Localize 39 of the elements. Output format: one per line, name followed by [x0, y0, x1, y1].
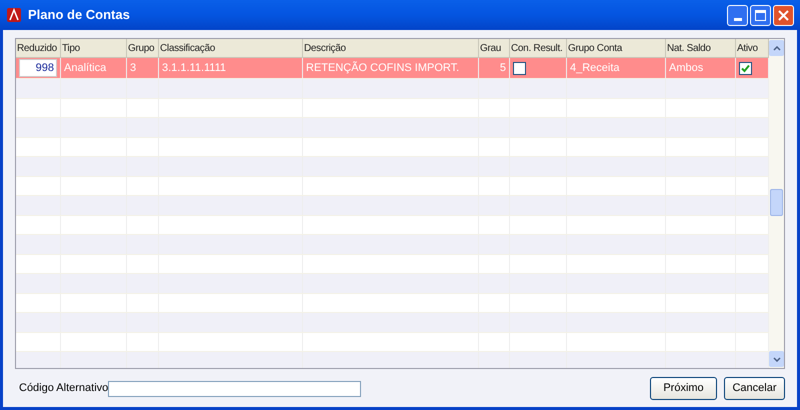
scrollbar[interactable] [769, 39, 784, 368]
close-icon [778, 10, 789, 20]
scroll-down-button[interactable] [769, 351, 784, 367]
checkbox[interactable] [513, 62, 526, 74]
minimize-button[interactable] [727, 4, 748, 26]
checkbox[interactable] [739, 62, 752, 74]
chevron-down-icon [772, 356, 780, 362]
table-cell[interactable]: 998 [19, 58, 57, 78]
table-cell-text: Ambos [669, 60, 704, 76]
cancel-button[interactable]: Cancelar [724, 377, 785, 400]
table-cell-text: 3 [130, 60, 138, 76]
chevron-up-icon [772, 46, 780, 50]
column-header[interactable]: Grupo [127, 39, 159, 57]
column-header[interactable]: Grupo Conta [567, 39, 666, 57]
close-button[interactable] [773, 4, 794, 26]
column-header[interactable]: Grau [479, 39, 510, 57]
scroll-up-button[interactable] [769, 40, 784, 56]
table-cell-text: 5 [498, 60, 506, 76]
table-cell-text: Analítica [64, 60, 108, 76]
column-header[interactable]: Nat. Saldo [666, 39, 736, 57]
column-header[interactable]: Reduzido [16, 39, 61, 57]
field-label: Código Alternativo [19, 381, 108, 396]
scroll-thumb[interactable] [770, 189, 783, 216]
table-cell-text: 4_Receita [570, 60, 621, 76]
checkmark-icon [741, 64, 750, 72]
table-cell-text: RETENÇÃO COFINS IMPORT. [306, 60, 460, 76]
window-title: Plano de Contas [28, 6, 130, 24]
next-button[interactable]: Próximo [650, 377, 717, 400]
column-header[interactable]: Classificação [159, 39, 303, 57]
maximize-button[interactable] [750, 4, 771, 26]
minimize-icon [734, 18, 742, 20]
column-header[interactable]: Con. Result. [510, 39, 567, 57]
app-icon [6, 7, 22, 23]
maximize-icon [755, 10, 766, 20]
table-row[interactable]: 998 Analítica 3 3.1.1.11.1111 RETENÇÃO COFINS IMPORT. 5 4_Receita Ambos [16, 58, 769, 78]
table-cell-text: 3.1.1.11.1111 [162, 60, 228, 76]
input-field[interactable] [108, 380, 361, 396]
column-header[interactable]: Descrição [303, 39, 479, 57]
column-header[interactable]: Tipo [61, 39, 127, 57]
